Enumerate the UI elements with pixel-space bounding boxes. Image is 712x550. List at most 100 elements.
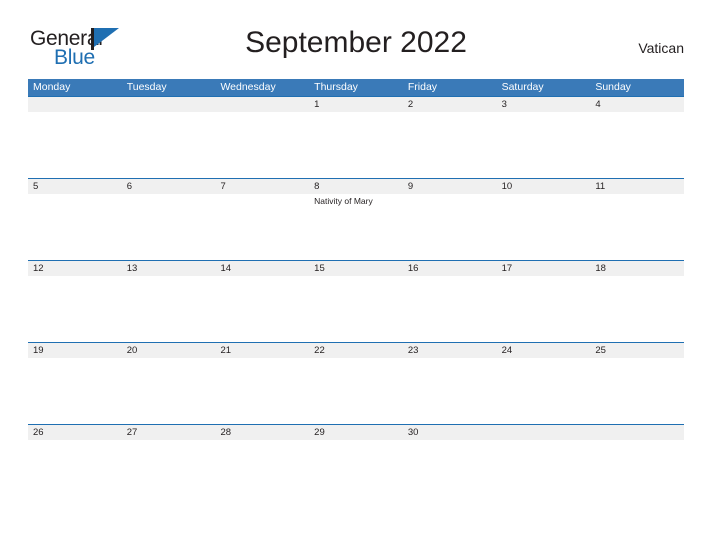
day-cell[interactable]: Nativity of Mary	[309, 194, 403, 260]
day-number[interactable]: 6	[122, 179, 216, 194]
calendar-week-row: 5 6 7 8 9 10 11 Nativity of Mary	[28, 178, 684, 260]
day-number[interactable]: 17	[497, 261, 591, 276]
day-number[interactable]: 21	[215, 343, 309, 358]
day-number[interactable]: 1	[309, 97, 403, 112]
day-cell[interactable]	[215, 194, 309, 260]
day-number[interactable]: 20	[122, 343, 216, 358]
day-cell[interactable]	[497, 440, 591, 506]
day-cell[interactable]	[309, 112, 403, 178]
calendar-grid: Monday Tuesday Wednesday Thursday Friday…	[28, 79, 684, 506]
day-number[interactable]: 16	[403, 261, 497, 276]
region-label: Vatican	[638, 40, 684, 56]
day-cell[interactable]	[215, 276, 309, 342]
day-cell[interactable]	[28, 112, 122, 178]
day-number[interactable]: 15	[309, 261, 403, 276]
day-number[interactable]: 13	[122, 261, 216, 276]
weekday-header-monday: Monday	[33, 81, 71, 93]
day-number[interactable]: 11	[590, 179, 684, 194]
day-number[interactable]: 14	[215, 261, 309, 276]
weekday-header-tuesday: Tuesday	[126, 81, 167, 93]
day-number[interactable]: 22	[309, 343, 403, 358]
day-cell[interactable]	[497, 276, 591, 342]
day-number[interactable]: 25	[590, 343, 684, 358]
week-number-strip: 5 6 7 8 9 10 11	[28, 178, 684, 194]
day-number[interactable]: 5	[28, 179, 122, 194]
day-cell[interactable]	[403, 358, 497, 424]
day-cell[interactable]	[590, 440, 684, 506]
flag-triangle	[94, 28, 119, 47]
day-cell[interactable]	[28, 358, 122, 424]
day-number[interactable]: 8	[309, 179, 403, 194]
calendar-page: General Blue September 2022 Vatican Mond…	[0, 0, 712, 550]
day-number[interactable]	[122, 97, 216, 112]
week-event-strip	[28, 358, 684, 424]
week-event-strip: Nativity of Mary	[28, 194, 684, 260]
day-number[interactable]: 10	[497, 179, 591, 194]
day-cell[interactable]	[122, 112, 216, 178]
day-cell[interactable]	[215, 440, 309, 506]
day-cell[interactable]	[28, 440, 122, 506]
day-cell[interactable]	[309, 276, 403, 342]
day-number[interactable]	[497, 425, 591, 440]
day-event: Nativity of Mary	[314, 196, 373, 206]
weekday-header-sunday: Sunday	[595, 81, 631, 93]
day-number[interactable]: 24	[497, 343, 591, 358]
day-cell[interactable]	[403, 276, 497, 342]
calendar-week-row: 1 2 3 4	[28, 96, 684, 178]
week-number-strip: 19 20 21 22 23 24 25	[28, 342, 684, 358]
day-number[interactable]: 23	[403, 343, 497, 358]
day-number[interactable]	[590, 425, 684, 440]
day-cell[interactable]	[309, 358, 403, 424]
day-cell[interactable]	[122, 358, 216, 424]
day-cell[interactable]	[497, 112, 591, 178]
calendar-week-row: 19 20 21 22 23 24 25	[28, 342, 684, 424]
page-title: September 2022	[245, 26, 467, 59]
day-number[interactable]	[28, 97, 122, 112]
day-number[interactable]: 28	[215, 425, 309, 440]
day-cell[interactable]	[590, 276, 684, 342]
day-number[interactable]: 7	[215, 179, 309, 194]
day-cell[interactable]	[590, 194, 684, 260]
general-blue-logo[interactable]: General Blue	[28, 26, 148, 70]
day-cell[interactable]	[590, 112, 684, 178]
day-number[interactable]: 30	[403, 425, 497, 440]
day-cell[interactable]	[122, 276, 216, 342]
day-number[interactable]: 4	[590, 97, 684, 112]
weekday-header-wednesday: Wednesday	[220, 81, 276, 93]
week-number-strip: 1 2 3 4	[28, 96, 684, 112]
day-cell[interactable]	[497, 358, 591, 424]
day-number[interactable]: 3	[497, 97, 591, 112]
weekday-header-thursday: Thursday	[314, 81, 358, 93]
day-cell[interactable]	[403, 112, 497, 178]
day-cell[interactable]	[122, 194, 216, 260]
day-cell[interactable]	[28, 276, 122, 342]
day-cell[interactable]	[215, 358, 309, 424]
day-number[interactable]: 19	[28, 343, 122, 358]
day-cell[interactable]	[403, 194, 497, 260]
day-number[interactable]: 29	[309, 425, 403, 440]
week-event-strip	[28, 440, 684, 506]
day-cell[interactable]	[122, 440, 216, 506]
flag-icon	[91, 28, 121, 50]
day-cell[interactable]	[28, 194, 122, 260]
day-number[interactable]	[215, 97, 309, 112]
logo-text-blue: Blue	[54, 46, 95, 69]
day-number[interactable]: 9	[403, 179, 497, 194]
day-number[interactable]: 2	[403, 97, 497, 112]
day-cell[interactable]	[215, 112, 309, 178]
page-header: General Blue September 2022 Vatican	[28, 26, 684, 72]
day-cell[interactable]	[403, 440, 497, 506]
day-number[interactable]: 18	[590, 261, 684, 276]
week-number-strip: 12 13 14 15 16 17 18	[28, 260, 684, 276]
day-cell[interactable]	[309, 440, 403, 506]
weekday-header-friday: Friday	[407, 81, 438, 93]
day-number[interactable]: 12	[28, 261, 122, 276]
week-event-strip	[28, 276, 684, 342]
day-cell[interactable]	[497, 194, 591, 260]
day-number[interactable]: 26	[28, 425, 122, 440]
weekday-header-saturday: Saturday	[501, 81, 544, 93]
day-cell[interactable]	[590, 358, 684, 424]
week-event-strip	[28, 112, 684, 178]
calendar-week-row: 12 13 14 15 16 17 18	[28, 260, 684, 342]
day-number[interactable]: 27	[122, 425, 216, 440]
